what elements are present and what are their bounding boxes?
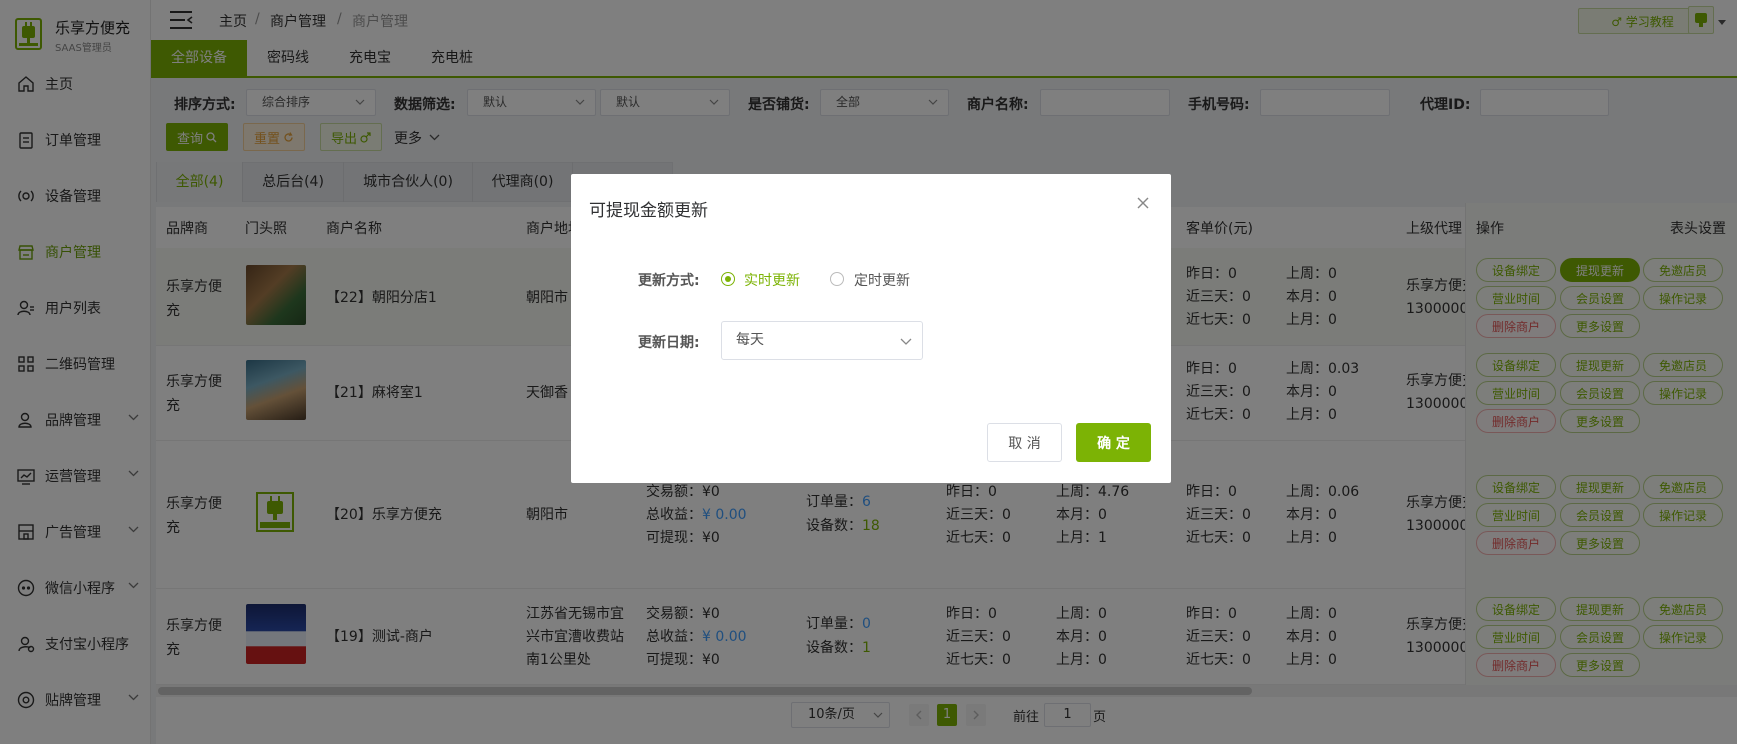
confirm-button[interactable]: 确 定 (1076, 423, 1151, 462)
update-date-label: 更新日期: (638, 335, 700, 351)
update-date-value: 每天 (736, 332, 764, 348)
dialog-title: 可提现金额更新 (589, 201, 708, 221)
close-icon[interactable] (1136, 196, 1150, 210)
radio-realtime-label[interactable]: 实时更新 (744, 270, 800, 290)
radio-scheduled-label[interactable]: 定时更新 (854, 270, 910, 290)
update-date-select[interactable]: 每天 (721, 321, 923, 360)
radio-scheduled[interactable] (830, 272, 844, 286)
radio-realtime[interactable] (721, 272, 735, 286)
chevron-down-icon (900, 338, 912, 345)
cancel-button[interactable]: 取 消 (987, 423, 1062, 462)
withdraw-update-dialog: 可提现金额更新 更新方式: 实时更新 定时更新 更新日期: 每天 取 消 确 定 (571, 174, 1171, 483)
update-mode-label: 更新方式: (638, 273, 700, 289)
